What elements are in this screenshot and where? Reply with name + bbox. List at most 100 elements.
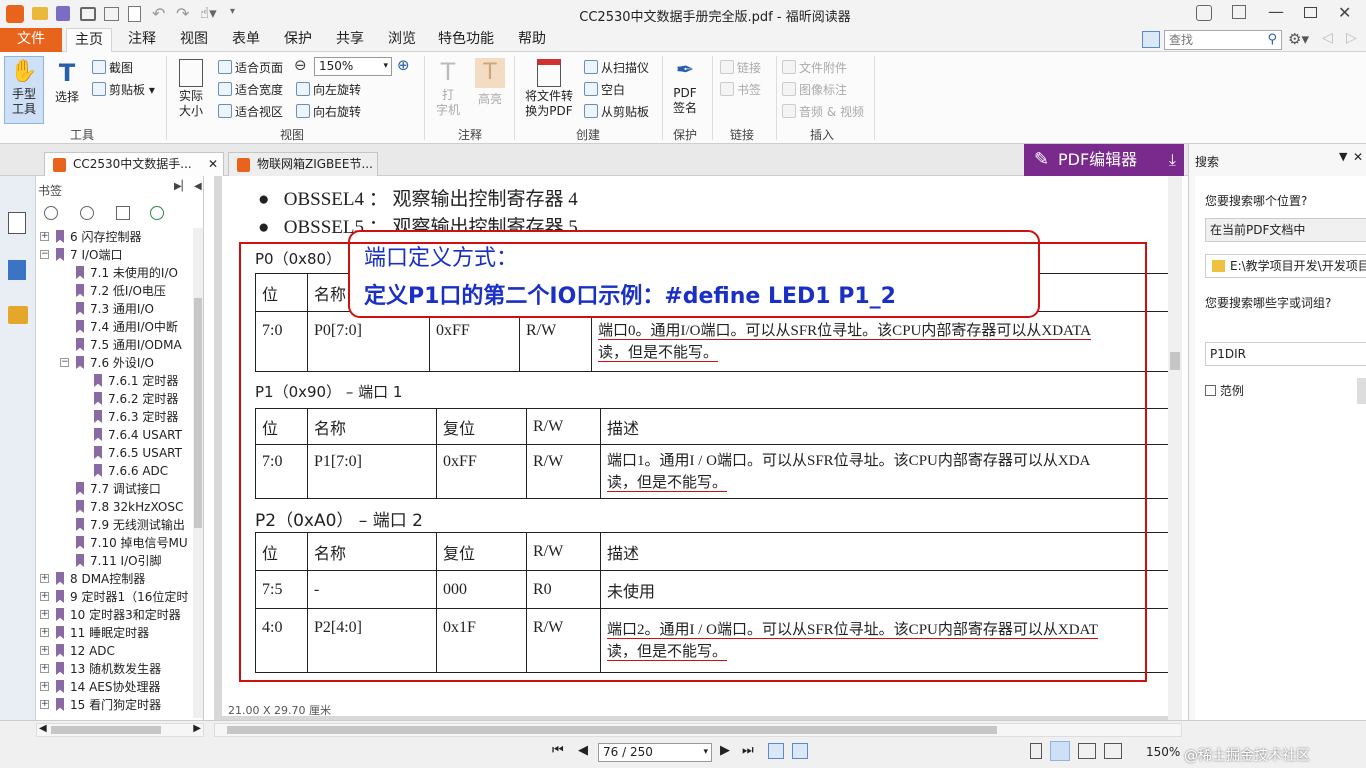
bookmark-scrollbar[interactable] — [193, 228, 203, 718]
clipboard-button[interactable]: 剪贴板 ▾ — [92, 81, 155, 98]
expand-icon[interactable]: + — [40, 682, 49, 691]
single-page-view-icon[interactable] — [1030, 743, 1042, 759]
delete-bookmark-icon[interactable] — [116, 206, 130, 220]
document-vertical-scrollbar[interactable] — [1168, 176, 1182, 720]
typewriter-button[interactable]: T 打 字机 — [430, 56, 466, 124]
bookmark-item[interactable]: − 7 I/O端口 — [40, 246, 192, 264]
expand-icon[interactable]: + — [40, 700, 49, 709]
collapse-panel-icon[interactable]: ◀ — [194, 181, 202, 192]
panel-scrollbar[interactable] — [1357, 378, 1366, 404]
collapse-icon[interactable]: − — [40, 250, 49, 259]
bookmark-item[interactable]: +13 随机数发生器 — [40, 660, 192, 678]
bookmark-item[interactable]: +11 睡眠定时器 — [40, 624, 192, 642]
bookmark-button[interactable]: 书签 — [720, 81, 761, 98]
audio-video-button[interactable]: 音频 & 视频 — [782, 103, 864, 120]
whole-word-checkbox[interactable]: 范例 — [1205, 382, 1244, 399]
close-tab-icon[interactable]: ✕ — [208, 153, 218, 175]
bookmark-item[interactable]: +10 定时器3和定时器 — [40, 606, 192, 624]
bookmark-item[interactable]: 7.10 掉电信号MU — [76, 534, 192, 552]
add-bookmark-icon[interactable] — [80, 206, 94, 220]
search-input[interactable] — [1165, 31, 1259, 49]
zoom-in-icon[interactable]: ⊕ — [397, 56, 410, 74]
nav-back-icon[interactable]: ◁ — [1322, 30, 1333, 46]
bookmark-item[interactable]: 7.11 I/O引脚 — [76, 552, 192, 570]
pdf-sign-button[interactable]: ✒ PDF 签名 — [666, 56, 704, 124]
blank-button[interactable]: 空白 — [584, 81, 625, 98]
bookmark-item[interactable]: 7.6.6 ADC — [94, 462, 192, 480]
rotate-right-button[interactable]: 向右旋转 — [296, 103, 361, 120]
page-number-field[interactable]: 76 / 250 ▾ — [598, 743, 712, 762]
fit-width-button[interactable]: 适合宽度 — [218, 81, 283, 98]
zoom-out-icon[interactable]: ⊖ — [294, 56, 307, 74]
skin-icon[interactable] — [1196, 5, 1212, 21]
bookmark-item[interactable]: 7.8 32kHzXOSC — [76, 498, 192, 516]
fit-page-status-icon[interactable] — [792, 743, 808, 759]
scroll-thumb[interactable] — [227, 726, 997, 734]
fit-visible-button[interactable]: 适合视区 — [218, 103, 283, 120]
annotation-rectangle[interactable] — [239, 242, 1147, 682]
fit-page-button[interactable]: 适合页面 — [218, 59, 283, 76]
bookmark-item[interactable]: +9 定时器1（16位定时 — [40, 588, 192, 606]
bookmark-panel-icon[interactable] — [8, 212, 26, 234]
bookmark-item[interactable]: +12 ADC — [40, 642, 192, 660]
facing-view-icon[interactable] — [1078, 743, 1096, 759]
scroll-thumb[interactable] — [1170, 352, 1180, 370]
tab-features[interactable]: 特色功能 — [430, 28, 502, 52]
first-page-icon[interactable]: ⏮ — [552, 743, 564, 758]
expand-bookmark-icon[interactable] — [44, 206, 58, 220]
bookmark-item[interactable]: +6 闪存控制器 — [40, 228, 192, 246]
tab-file[interactable]: 文件 — [0, 28, 62, 52]
minimize-icon[interactable]: — — [1268, 2, 1284, 21]
expand-icon[interactable]: + — [40, 232, 49, 241]
panel-options-icon[interactable]: ▶▏ — [174, 181, 189, 192]
bookmark-item[interactable]: 7.9 无线测试输出 — [76, 516, 192, 534]
expand-icon[interactable]: + — [40, 628, 49, 637]
bookmark-item[interactable]: +14 AES协处理器 — [40, 678, 192, 696]
rotate-left-button[interactable]: 向左旋转 — [296, 81, 361, 98]
highlight-button[interactable]: T 高亮 — [472, 56, 508, 124]
tab-share[interactable]: 共享 — [328, 28, 372, 52]
bookmark-item[interactable]: 7.7 调试接口 — [76, 480, 192, 498]
search-icon[interactable]: ⚲ — [1267, 32, 1277, 47]
expand-icon[interactable]: + — [40, 646, 49, 655]
bookmark-item[interactable]: 7.6.3 定时器 — [94, 408, 192, 426]
panel-menu-icon[interactable]: ▼ — [1339, 150, 1347, 163]
gear-icon[interactable]: ⚙▾ — [1288, 30, 1309, 48]
bookmark-item[interactable]: 7.6.1 定时器 — [94, 372, 192, 390]
scroll-thumb[interactable] — [51, 726, 161, 734]
find-tool-icon[interactable] — [1142, 31, 1160, 48]
bookmark-item[interactable]: +15 看门狗定时器 — [40, 696, 192, 714]
expand-icon[interactable]: + — [40, 574, 49, 583]
tab-help[interactable]: 帮助 — [510, 28, 554, 52]
collapse-icon[interactable]: − — [60, 358, 69, 367]
bookmark-item[interactable]: 7.2 低I/O电压 — [76, 282, 192, 300]
continuous-view-icon[interactable] — [1050, 741, 1070, 761]
search-where-select[interactable]: 在当前PDF文档中 — [1205, 218, 1366, 242]
bookmark-item[interactable]: +8 DMA控制器 — [40, 570, 192, 588]
nav-forward-icon[interactable]: ▷ — [1346, 30, 1357, 46]
file-attachment-button[interactable]: 文件附件 — [782, 59, 847, 76]
tab-view[interactable]: 视图 — [172, 28, 216, 52]
bookmark-item[interactable]: 7.1 未使用的I/O — [76, 264, 192, 282]
doc-tab-cc2530[interactable]: CC2530中文数据手... ✕ — [44, 152, 224, 176]
bookmark-item[interactable]: 7.6.2 定时器 — [94, 390, 192, 408]
search-path-field[interactable]: E:\教学项目开发\开发项目 — [1205, 254, 1366, 278]
bookmark-item[interactable]: 7.5 通用I/ODMA — [76, 336, 192, 354]
restore-small-icon[interactable] — [1232, 5, 1246, 19]
copy-page-icon[interactable] — [768, 743, 784, 759]
bookmark-item[interactable]: − 7.6 外设I/O — [60, 354, 192, 372]
move-bookmark-icon[interactable] — [150, 206, 164, 220]
scroll-thumb[interactable] — [194, 298, 202, 528]
actual-size-button[interactable]: 实际 大小 — [172, 56, 210, 124]
pdf-editor-button[interactable]: ✎ PDF编辑器 ⤓ — [1024, 144, 1184, 176]
last-page-icon[interactable]: ⏭ — [742, 743, 754, 758]
zoom-select[interactable]: 150% ▾ — [314, 57, 392, 76]
expand-icon[interactable]: + — [40, 610, 49, 619]
doc-tab-iot[interactable]: 物联网箱ZIGBEE节... — [228, 152, 378, 176]
previous-page-icon[interactable]: ◀ — [578, 743, 588, 758]
convert-to-pdf-button[interactable]: 将文件转 换为PDF — [522, 56, 576, 124]
checkbox-icon[interactable] — [1205, 385, 1216, 396]
scroll-right-icon[interactable]: ▶ — [193, 723, 201, 734]
continuous-facing-view-icon[interactable] — [1104, 743, 1122, 759]
link-button[interactable]: 链接 — [720, 59, 761, 76]
